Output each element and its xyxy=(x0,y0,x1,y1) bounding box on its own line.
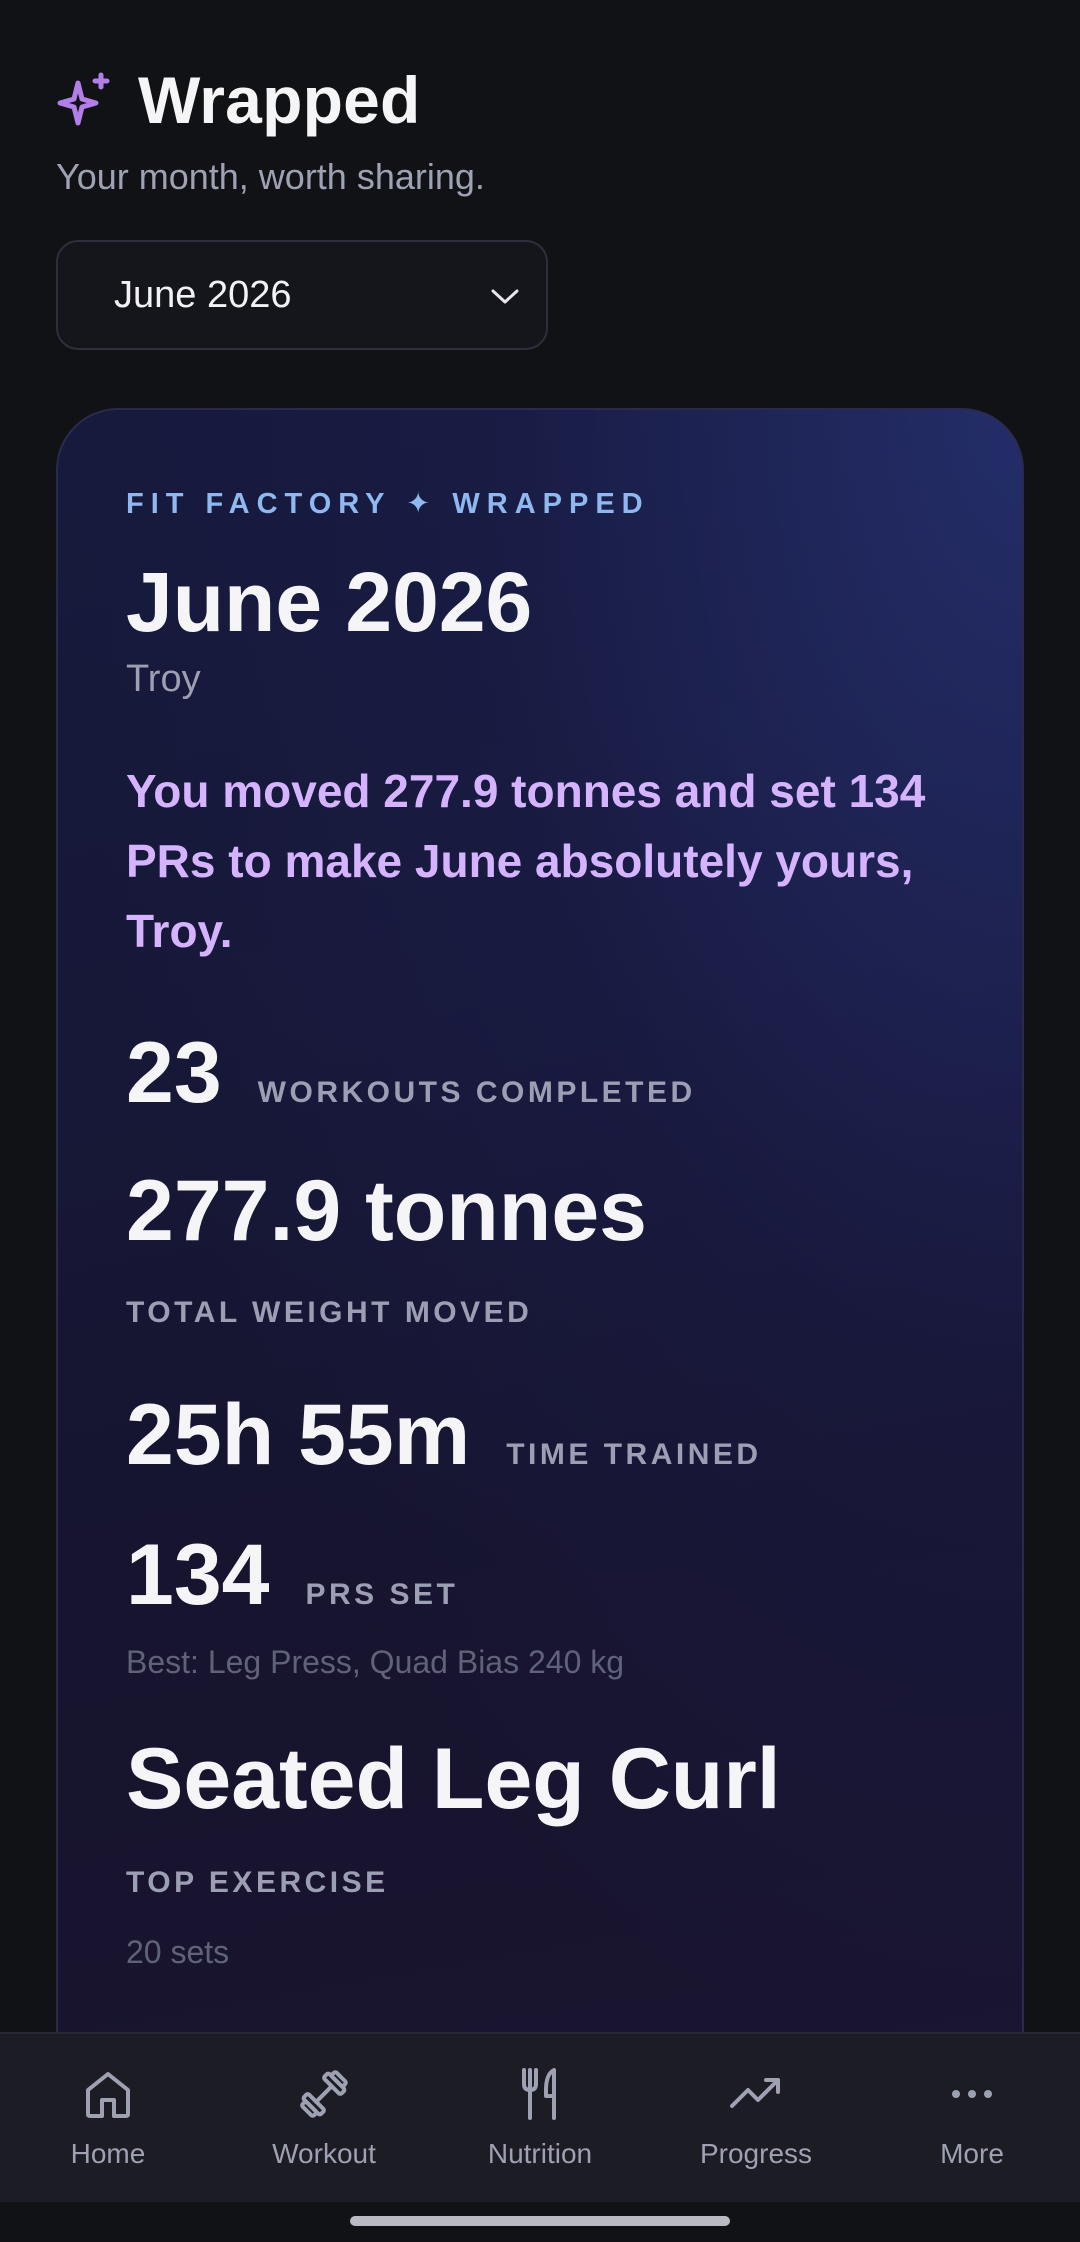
nav-item-nutrition[interactable]: Nutrition xyxy=(432,2034,648,2202)
wrapped-card: FIT FACTORY ✦ WRAPPED June 2026 Troy You… xyxy=(56,408,1024,2108)
chevron-down-icon xyxy=(490,284,520,308)
nav-item-progress[interactable]: Progress xyxy=(648,2034,864,2202)
workouts-label: WORKOUTS COMPLETED xyxy=(257,1076,696,1109)
prs-value: 134 xyxy=(126,1527,270,1623)
top-exercise-label: TOP EXERCISE xyxy=(126,1866,389,1899)
nav-label-more: More xyxy=(940,2138,1004,2169)
month-select[interactable]: June 2026 xyxy=(56,240,548,350)
home-icon xyxy=(78,2064,138,2124)
nav-label-home: Home xyxy=(70,2138,146,2169)
title-row: Wrapped xyxy=(56,58,1024,142)
workouts-value: 23 xyxy=(126,1025,222,1121)
home-indicator[interactable] xyxy=(350,2216,730,2226)
dumbbell-icon xyxy=(294,2064,354,2124)
prs-stat: 134 PRS SET xyxy=(126,1526,458,1625)
fork-knife-icon xyxy=(510,2064,570,2124)
nav-item-workout[interactable]: Workout xyxy=(216,2034,432,2202)
card-user-name: Troy xyxy=(126,658,201,700)
weight-label: TOTAL WEIGHT MOVED xyxy=(126,1296,533,1329)
prs-best-note: Best: Leg Press, Quad Bias 240 kg xyxy=(126,1644,625,1680)
card-headline: You moved 277.9 tonnes and set 134 PRs t… xyxy=(126,765,926,957)
card-month: June 2026 xyxy=(126,555,533,649)
prs-label: PRS SET xyxy=(305,1578,459,1611)
page-subtitle: Your month, worth sharing. xyxy=(56,156,485,197)
time-stat: 25h 55m TIME TRAINED xyxy=(126,1386,762,1485)
nav-label-workout: Workout xyxy=(272,2138,376,2169)
page-header: Wrapped Your month, worth sharing. xyxy=(56,58,1024,198)
nav-label-nutrition: Nutrition xyxy=(487,2138,593,2169)
bottom-nav: Home Workout Nutrition Progress More xyxy=(0,2032,1080,2202)
nav-label-progress: Progress xyxy=(699,2138,813,2169)
top-exercise-note: 20 sets xyxy=(126,1934,230,1970)
more-dots-icon xyxy=(942,2064,1002,2124)
time-value: 25h 55m xyxy=(126,1387,471,1483)
weight-value: 277.9 tonnes xyxy=(126,1163,647,1259)
workouts-stat: 23 WORKOUTS COMPLETED xyxy=(126,1024,696,1123)
nav-item-home[interactable]: Home xyxy=(0,2034,216,2202)
nav-item-more[interactable]: More xyxy=(864,2034,1080,2202)
trending-up-icon xyxy=(726,2064,786,2124)
sparkle-icon xyxy=(56,71,114,129)
card-eyebrow: FIT FACTORY ✦ WRAPPED xyxy=(126,488,650,520)
page-title: Wrapped xyxy=(138,63,421,137)
month-select-value: June 2026 xyxy=(114,273,292,316)
top-exercise-value: Seated Leg Curl xyxy=(126,1731,781,1827)
time-label: TIME TRAINED xyxy=(506,1438,762,1471)
